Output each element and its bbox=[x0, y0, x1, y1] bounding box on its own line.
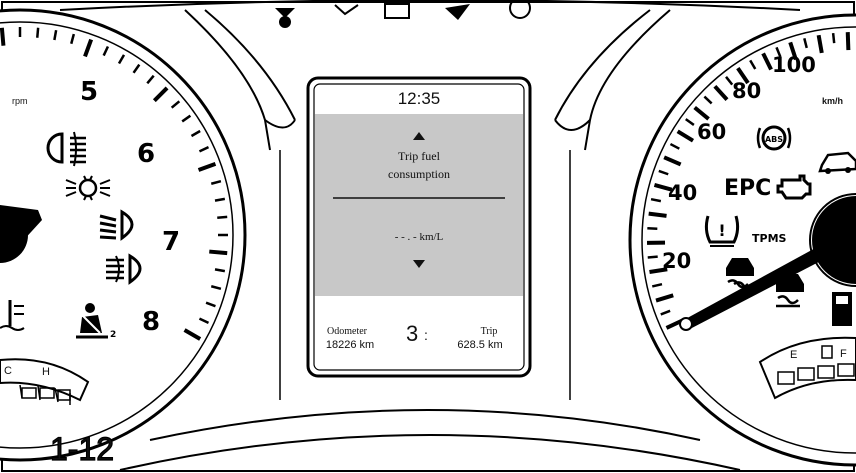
consumption-value: - - . - km/L bbox=[395, 231, 444, 243]
dial-tick bbox=[831, 33, 836, 44]
tach-number-7: 7 bbox=[162, 227, 180, 257]
tach-number-8: 8 bbox=[142, 307, 160, 337]
temp-low-label: C bbox=[4, 365, 12, 377]
svg-text:!: ! bbox=[718, 221, 725, 240]
tach-number-5: 5 bbox=[80, 77, 98, 107]
trip-label: Trip bbox=[481, 326, 498, 337]
dial-tick bbox=[647, 226, 658, 231]
tpms-label: TPMS bbox=[752, 232, 787, 245]
epc-label: EPC bbox=[724, 176, 771, 201]
odometer-value: 18226 km bbox=[326, 339, 374, 351]
instrument-cluster: rpm 5 6 7 8 2 C H km/h 20 40 60 80 100 A… bbox=[0, 0, 856, 472]
dial-tick bbox=[0, 27, 6, 46]
center-display: 12:35 Trip fuel consumption - - . - km/L… bbox=[306, 76, 532, 378]
tach-number-6: 6 bbox=[137, 139, 155, 169]
fuel-empty-label: E bbox=[790, 349, 797, 361]
temp-high-label: H bbox=[42, 366, 50, 378]
engine-icon bbox=[776, 174, 812, 200]
speed-number-40: 40 bbox=[668, 181, 697, 205]
dial-tick bbox=[217, 215, 228, 219]
speed-number-100: 100 bbox=[772, 53, 816, 77]
fuel-full-label: F bbox=[840, 348, 847, 360]
speed-number-60: 60 bbox=[697, 120, 726, 144]
svg-text:ABS: ABS bbox=[765, 135, 783, 144]
menu-title-line1: Trip fuel bbox=[398, 149, 441, 163]
menu-panel bbox=[315, 114, 523, 296]
trip-value: 628.5 km bbox=[457, 339, 502, 351]
svg-text:2: 2 bbox=[110, 330, 116, 340]
dial-tick bbox=[845, 32, 851, 51]
fuel-pump-icon bbox=[832, 292, 852, 326]
speed-number-80: 80 bbox=[732, 79, 761, 103]
dial-tick bbox=[647, 255, 658, 259]
gear-indicator: 3 bbox=[406, 321, 418, 346]
dial-tick bbox=[214, 268, 226, 273]
dial-tick bbox=[214, 197, 226, 202]
dial-tick bbox=[36, 27, 40, 38]
gear-separator: : bbox=[424, 327, 428, 343]
dial-tick bbox=[53, 29, 58, 41]
dial-tick bbox=[209, 249, 228, 256]
speed-number-20: 20 bbox=[662, 249, 691, 273]
dial-tick bbox=[648, 211, 667, 218]
menu-title-line2: consumption bbox=[388, 167, 450, 181]
figure-reference: 1-12 bbox=[50, 431, 114, 467]
clock-text: 12:35 bbox=[398, 89, 441, 108]
odometer-label: Odometer bbox=[327, 326, 368, 337]
rpm-unit-label: rpm bbox=[12, 96, 28, 106]
speed-unit-label: km/h bbox=[822, 96, 843, 106]
